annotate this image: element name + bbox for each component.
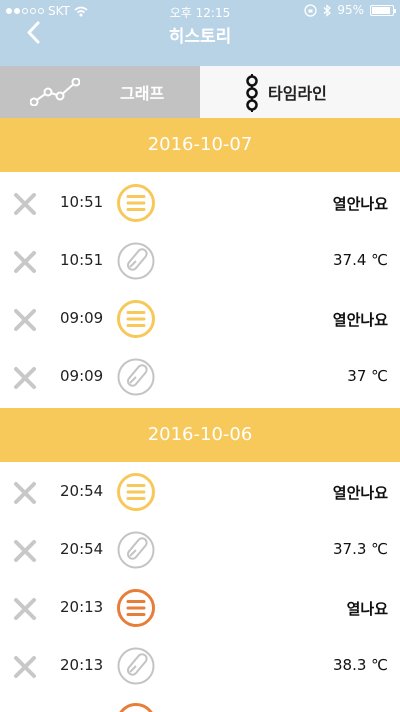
menu-icon	[117, 589, 155, 627]
delete-icon[interactable]	[12, 249, 38, 275]
entry-time: 20:54	[60, 482, 104, 500]
tab-graph-label: 그래프	[120, 84, 165, 103]
thermometer-icon	[117, 242, 155, 280]
page-title: 히스토리	[168, 27, 232, 47]
bluetooth-icon	[323, 3, 332, 17]
list-item: 10:51 열안나요	[0, 174, 400, 232]
delete-icon[interactable]	[12, 654, 38, 680]
entry-value: 열안나요	[332, 195, 388, 213]
list-item: 20:54 열안나요	[0, 463, 400, 521]
entry-value: 37.4 ℃	[332, 251, 388, 269]
nav-bar: 히스토리	[0, 20, 400, 66]
list-item: 09:09 37 ℃	[0, 348, 400, 406]
entry-time: 20:13	[60, 598, 104, 616]
thermometer-icon	[117, 358, 155, 396]
delete-icon[interactable]	[12, 480, 38, 506]
list-item: 10:51 37.4 ℃	[0, 232, 400, 290]
delete-icon[interactable]	[12, 538, 38, 564]
menu-icon	[117, 184, 155, 222]
date-header: 2016-10-06	[0, 408, 400, 462]
thermometer-icon	[117, 647, 155, 685]
entry-time: 10:51	[60, 193, 104, 211]
list-item: 20:13 38.3 ℃	[0, 637, 400, 695]
entry-value: 열안나요	[332, 484, 388, 502]
orientation-lock-icon	[304, 3, 317, 17]
menu-icon	[117, 300, 155, 338]
status-bar: SKT 오후 12:15 95%	[0, 0, 400, 22]
list-item: 20:13 열나요	[0, 579, 400, 637]
delete-icon[interactable]	[12, 191, 38, 217]
thermometer-icon	[117, 531, 155, 569]
delete-icon[interactable]	[12, 307, 38, 333]
graph-icon	[30, 78, 80, 106]
status-right: 95%	[304, 3, 396, 17]
battery-icon	[370, 4, 396, 16]
menu-icon	[117, 473, 155, 511]
top-bar: SKT 오후 12:15 95% 히스토리	[0, 0, 400, 66]
date-header: 2016-10-07	[0, 118, 400, 172]
entry-time: 20:54	[60, 540, 104, 558]
delete-icon[interactable]	[12, 596, 38, 622]
entry-value: 38.3 ℃	[332, 656, 388, 674]
delete-icon[interactable]	[12, 365, 38, 391]
entry-time: 09:09	[60, 367, 104, 385]
entry-value: 열안나요	[332, 311, 388, 329]
entry-time: 20:13	[60, 656, 104, 674]
entry-value: 열나요	[346, 600, 388, 618]
entry-value: 37.3 ℃	[332, 540, 388, 558]
entry-time: 10:51	[60, 251, 104, 269]
timeline-icon	[246, 74, 258, 112]
list-item: 20:54 37.3 ℃	[0, 521, 400, 579]
list-item: 09:09 열안나요	[0, 290, 400, 348]
battery-percent: 95%	[337, 3, 364, 17]
tab-graph[interactable]: 그래프	[0, 66, 200, 118]
entry-time: 09:09	[60, 309, 104, 327]
tab-timeline-label: 타임라인	[268, 84, 327, 103]
tab-timeline[interactable]: 타임라인	[200, 66, 400, 118]
view-tabs: 그래프 타임라인	[0, 66, 400, 118]
menu-icon	[116, 703, 156, 712]
entry-value: 37 ℃	[347, 367, 388, 385]
